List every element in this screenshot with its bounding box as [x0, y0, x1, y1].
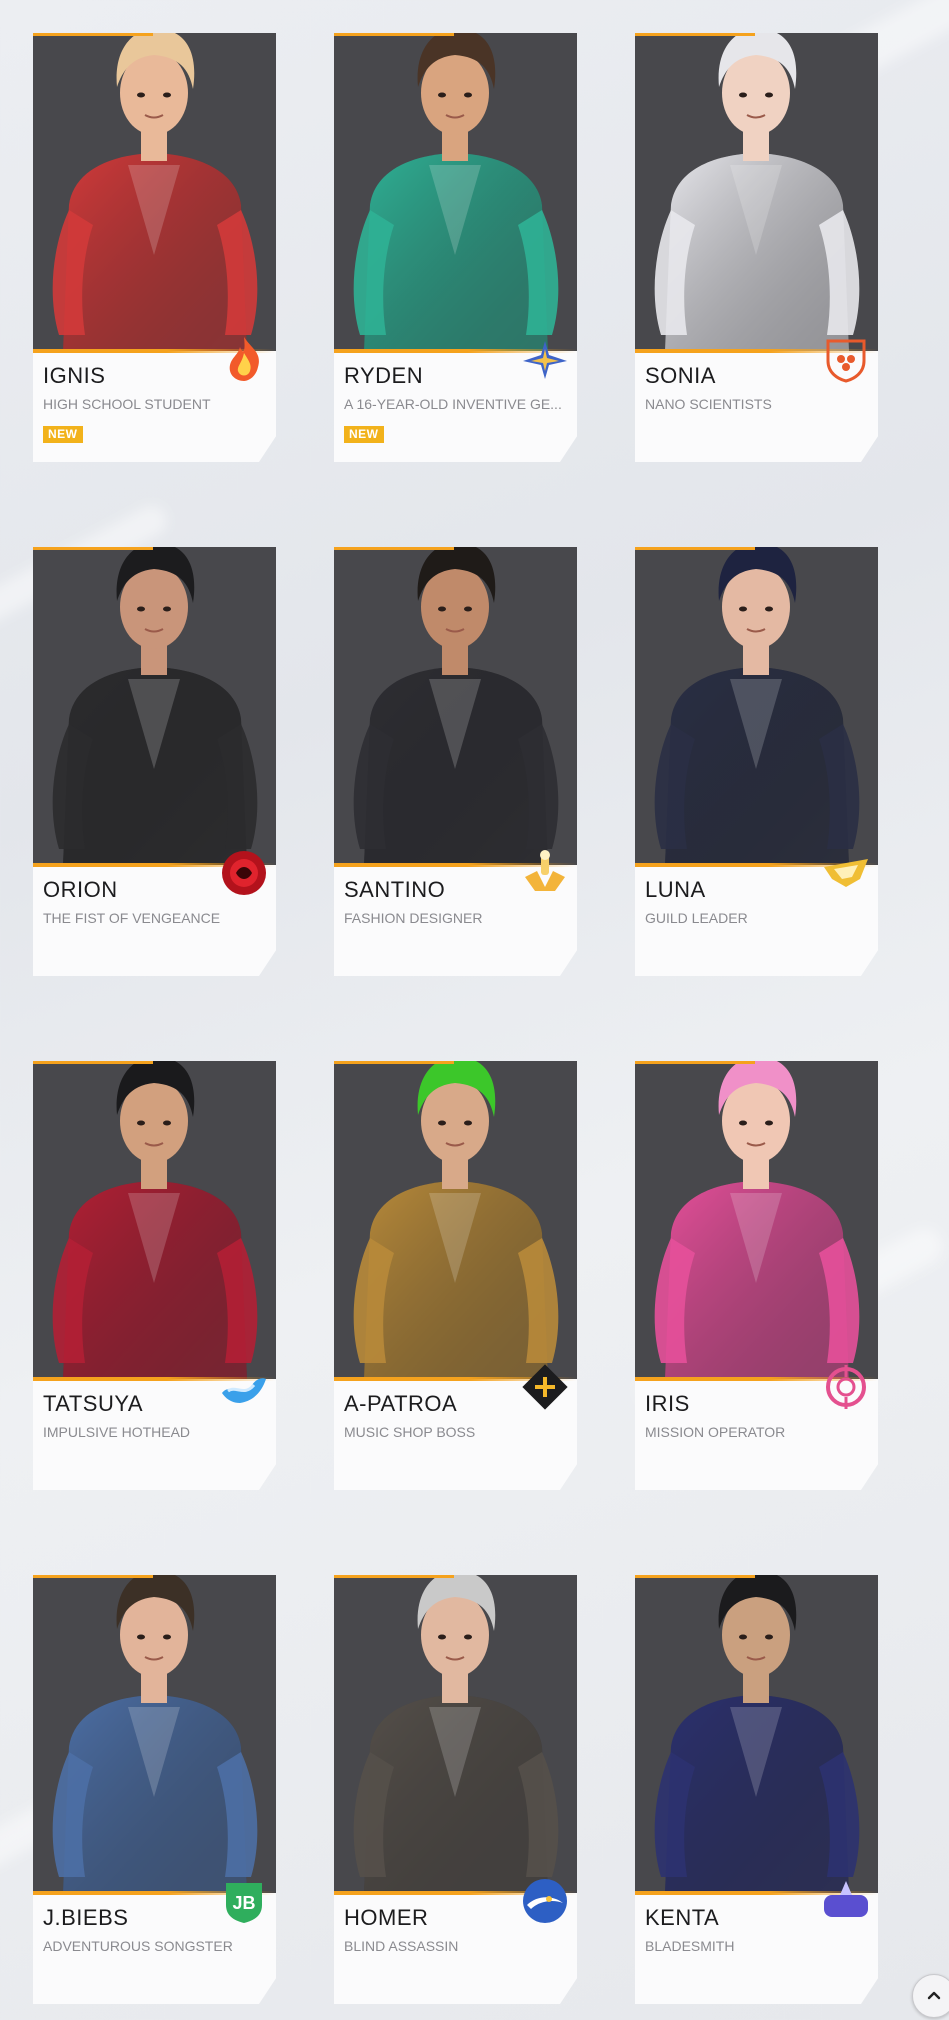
- plus-diamond-emblem-icon: [519, 1361, 571, 1413]
- accent-line: [334, 33, 454, 36]
- character-description: MUSIC SHOP BOSS: [344, 1424, 476, 1440]
- character-description: MISSION OPERATOR: [645, 1424, 786, 1440]
- blue-wave-emblem-icon: [218, 1361, 270, 1413]
- character-card[interactable]: SONIA NANO SCIENTISTS: [635, 33, 878, 462]
- accent-line: [33, 1061, 153, 1064]
- character-description: GUILD LEADER: [645, 910, 748, 926]
- character-card[interactable]: ORION THE FIST OF VENGEANCE: [33, 547, 276, 976]
- character-name: LUNA: [645, 877, 706, 902]
- katana-crest-emblem-icon: [820, 1875, 872, 1927]
- character-art: [334, 547, 577, 865]
- red-orb-emblem-icon: [218, 847, 270, 899]
- character-portrait: [33, 33, 276, 351]
- character-card[interactable]: HOMER BLIND ASSASSIN: [334, 1575, 577, 2004]
- character-description: FASHION DESIGNER: [344, 910, 483, 926]
- character-description: IMPULSIVE HOTHEAD: [43, 1424, 191, 1440]
- character-card[interactable]: JB J.BIEBS ADVENTUROUS SONGSTER: [33, 1575, 276, 2004]
- flame-emblem-icon: [218, 333, 270, 385]
- character-art: [334, 33, 577, 351]
- character-name: SANTINO: [344, 877, 446, 902]
- character-description: ADVENTUROUS SONGSTER: [43, 1938, 233, 1954]
- accent-line: [33, 1575, 153, 1578]
- character-portrait: [635, 547, 878, 865]
- character-art: [33, 1575, 276, 1893]
- character-name: HOMER: [344, 1905, 429, 1930]
- character-art: [334, 1061, 577, 1379]
- character-portrait: [334, 547, 577, 865]
- character-name: ORION: [43, 877, 118, 902]
- character-art: [635, 547, 878, 865]
- character-card[interactable]: RYDEN A 16-YEAR-OLD INVENTIVE GE... NEW: [334, 33, 577, 462]
- shield-hex-emblem-icon: [820, 333, 872, 385]
- star-wing-emblem-icon: [519, 333, 571, 385]
- character-portrait: [635, 1061, 878, 1379]
- character-name: IGNIS: [43, 363, 106, 388]
- character-portrait: [635, 1575, 878, 1893]
- target-emblem-icon: [820, 1361, 872, 1413]
- character-description: THE FIST OF VENGEANCE: [43, 910, 221, 926]
- chevron-up-icon: [927, 1991, 941, 2000]
- character-description: BLADESMITH: [645, 1938, 735, 1954]
- character-name: A-PATROA: [344, 1391, 458, 1416]
- character-description: BLIND ASSASSIN: [344, 1938, 459, 1954]
- character-card[interactable]: SANTINO FASHION DESIGNER: [334, 547, 577, 976]
- character-description: A 16-YEAR-OLD INVENTIVE GE...: [344, 396, 562, 412]
- accent-line: [33, 547, 153, 550]
- accent-line: [334, 1061, 454, 1064]
- character-name: RYDEN: [344, 363, 424, 388]
- accent-line: [334, 1575, 454, 1578]
- character-name: KENTA: [645, 1905, 720, 1930]
- gold-wing-emblem-icon: [820, 847, 872, 899]
- new-badge: NEW: [344, 426, 384, 443]
- character-portrait: [334, 1061, 577, 1379]
- character-art: [635, 1061, 878, 1379]
- trophy-emblem-icon: [519, 847, 571, 899]
- character-portrait: [334, 33, 577, 351]
- character-card[interactable]: IRIS MISSION OPERATOR: [635, 1061, 878, 1490]
- character-art: [334, 1575, 577, 1893]
- character-name: IRIS: [645, 1391, 690, 1416]
- character-portrait: [33, 547, 276, 865]
- character-art: [33, 547, 276, 865]
- character-art: [635, 1575, 878, 1893]
- character-portrait: [33, 1575, 276, 1893]
- jb-monogram-emblem-icon: JB: [218, 1875, 270, 1927]
- accent-line: [635, 1061, 755, 1064]
- character-description: NANO SCIENTISTS: [645, 396, 772, 412]
- character-description: HIGH SCHOOL STUDENT: [43, 396, 211, 412]
- svg-text:JB: JB: [232, 1893, 255, 1913]
- accent-line: [635, 547, 755, 550]
- character-card[interactable]: KENTA BLADESMITH: [635, 1575, 878, 2004]
- character-name: SONIA: [645, 363, 716, 388]
- accent-line: [334, 547, 454, 550]
- character-card[interactable]: A-PATROA MUSIC SHOP BOSS: [334, 1061, 577, 1490]
- character-portrait: [334, 1575, 577, 1893]
- accent-line: [635, 1575, 755, 1578]
- accent-line: [33, 33, 153, 36]
- character-art: [33, 33, 276, 351]
- character-portrait: [635, 33, 878, 351]
- eagle-orb-emblem-icon: [519, 1875, 571, 1927]
- character-portrait: [33, 1061, 276, 1379]
- character-art: [635, 33, 878, 351]
- character-name: J.BIEBS: [43, 1905, 129, 1930]
- character-card[interactable]: TATSUYA IMPULSIVE HOTHEAD: [33, 1061, 276, 1490]
- new-badge: NEW: [43, 426, 83, 443]
- character-card[interactable]: LUNA GUILD LEADER: [635, 547, 878, 976]
- character-name: TATSUYA: [43, 1391, 144, 1416]
- character-card[interactable]: IGNIS HIGH SCHOOL STUDENT NEW: [33, 33, 276, 462]
- accent-line: [635, 33, 755, 36]
- character-art: [33, 1061, 276, 1379]
- scroll-to-top-button[interactable]: [912, 1974, 949, 2018]
